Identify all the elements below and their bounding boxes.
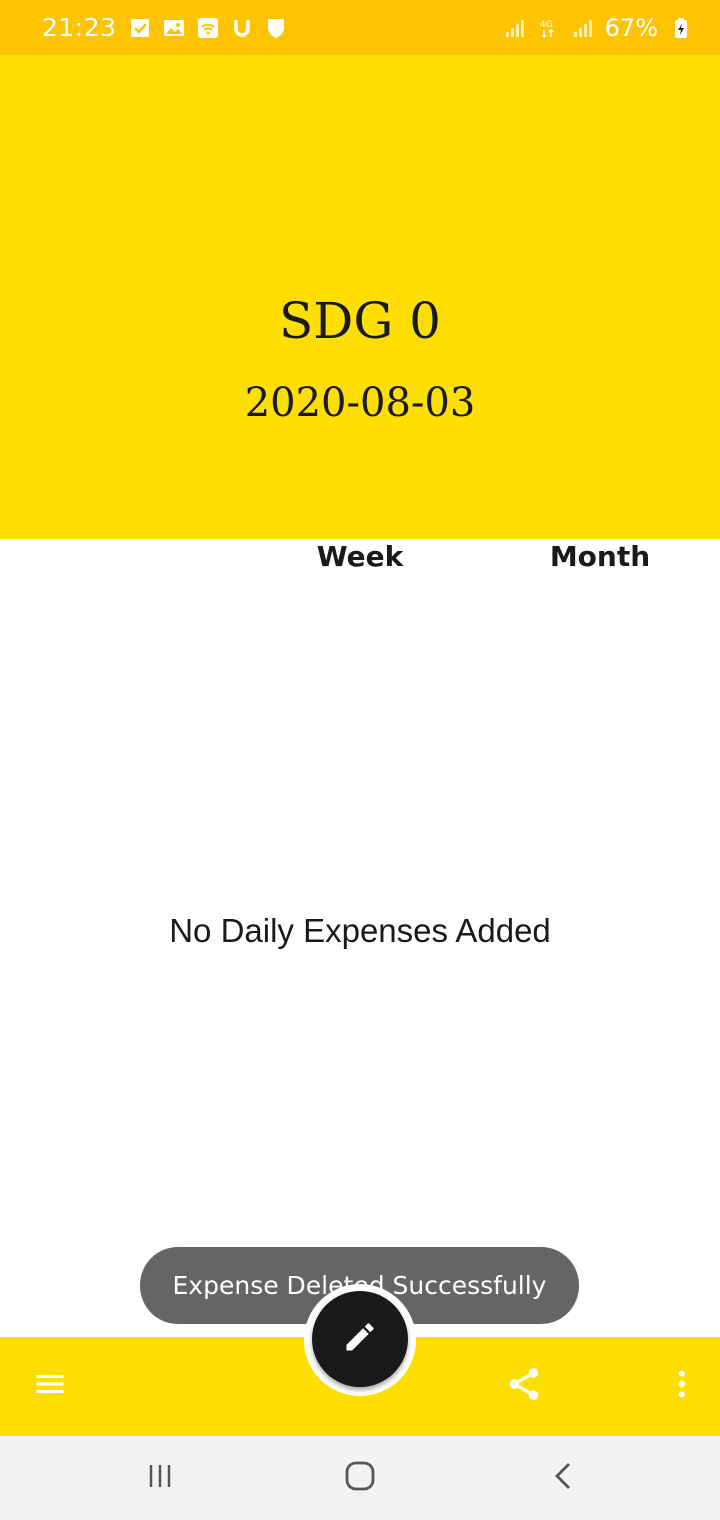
wifi-icon: [197, 17, 219, 39]
back-icon: [548, 1460, 580, 1497]
network-4g-icon: 4G: [537, 17, 559, 39]
current-date: 2020-08-03: [244, 380, 476, 426]
status-time: 21:23: [42, 13, 117, 42]
status-bar: 21:23 4G 67%: [0, 0, 720, 55]
home-icon: [342, 1458, 378, 1499]
recent-apps-icon: [144, 1460, 176, 1497]
home-button[interactable]: [332, 1450, 388, 1506]
signal-icon-2: [571, 17, 593, 39]
dark-mode-button[interactable]: [582, 1364, 626, 1408]
empty-state-message: No Daily Expenses Added: [169, 912, 551, 949]
status-right: 4G 67%: [503, 14, 692, 42]
shield-icon: [265, 17, 287, 39]
system-nav-bar: [0, 1436, 720, 1520]
more-vert-icon: [664, 1366, 700, 1407]
add-expense-button[interactable]: [312, 1291, 408, 1387]
back-button[interactable]: [536, 1450, 592, 1506]
menu-icon: [32, 1366, 68, 1407]
tab-week[interactable]: Week: [240, 518, 480, 594]
recent-apps-button[interactable]: [132, 1450, 188, 1506]
more-options-button[interactable]: [660, 1364, 704, 1408]
menu-button[interactable]: [28, 1364, 72, 1408]
signal-icon: [503, 17, 525, 39]
summary-header: SDG 0 2020-08-03 Today Week Month: [0, 55, 720, 594]
period-tabs: Today Week Month: [0, 518, 720, 594]
share-icon: [505, 1365, 543, 1408]
tab-month[interactable]: Month: [480, 518, 720, 594]
status-left: 21:23: [42, 13, 287, 42]
battery-percent: 67%: [604, 13, 658, 42]
share-button[interactable]: [502, 1364, 546, 1408]
image-icon: [163, 17, 185, 39]
checkbox-icon: [129, 17, 151, 39]
battery-icon: [670, 17, 692, 39]
moon-icon: [585, 1365, 623, 1408]
balance-amount: SDG 0: [279, 292, 441, 350]
u-icon: [231, 17, 253, 39]
svg-text:4G: 4G: [540, 20, 553, 30]
edit-icon: [342, 1319, 378, 1360]
tab-today[interactable]: Today: [0, 518, 240, 594]
